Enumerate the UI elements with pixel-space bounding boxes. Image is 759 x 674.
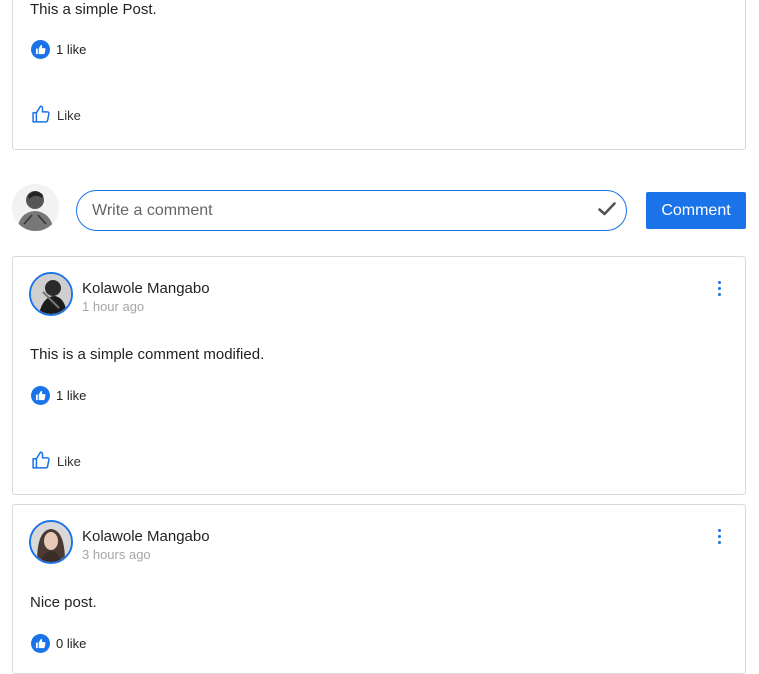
comment-likes-count: 0 like <box>31 634 86 653</box>
comment-like-label: Like <box>57 454 81 469</box>
comment-card: Kolawole Mangabo 1 hour ago This is a si… <box>12 256 746 495</box>
post-text: This a simple Post. <box>30 1 157 18</box>
thumbs-up-outline-icon <box>31 104 51 127</box>
comment-author-name[interactable]: Kolawole Mangabo <box>82 280 210 297</box>
comment-text: Nice post. <box>30 594 97 611</box>
thumbs-up-outline-icon <box>31 450 51 473</box>
thumbs-up-filled-icon <box>31 634 50 653</box>
post-card: This a simple Post. 1 like Like <box>12 0 746 150</box>
comment-author: Kolawole Mangabo 3 hours ago <box>29 520 210 564</box>
comment-input-container <box>76 190 627 231</box>
avatar[interactable] <box>29 272 73 316</box>
checkmark-icon[interactable] <box>598 202 616 221</box>
comment-likes-count: 1 like <box>31 386 86 405</box>
comment-author-name[interactable]: Kolawole Mangabo <box>82 528 210 545</box>
comment-card: Kolawole Mangabo 3 hours ago Nice post. … <box>12 504 746 674</box>
post-like-label: Like <box>57 108 81 123</box>
post-like-button[interactable]: Like <box>31 104 81 127</box>
comment-likes-text: 1 like <box>56 388 87 403</box>
comment-author: Kolawole Mangabo 1 hour ago <box>29 272 210 316</box>
current-user-avatar <box>12 184 59 231</box>
comment-submit-button[interactable]: Comment <box>646 192 746 229</box>
comment-timestamp: 3 hours ago <box>82 547 151 562</box>
comment-timestamp: 1 hour ago <box>82 299 145 314</box>
post-likes-count: 1 like <box>31 40 86 59</box>
comment-input[interactable] <box>90 200 598 221</box>
comment-like-button[interactable]: Like <box>31 450 81 473</box>
post-likes-text: 1 like <box>56 42 87 57</box>
more-vertical-icon[interactable] <box>715 281 723 296</box>
comment-likes-text: 0 like <box>56 636 87 651</box>
avatar[interactable] <box>29 520 73 564</box>
comment-text: This is a simple comment modified. <box>30 346 265 363</box>
thumbs-up-filled-icon <box>31 386 50 405</box>
more-vertical-icon[interactable] <box>715 529 723 544</box>
thumbs-up-filled-icon <box>31 40 50 59</box>
